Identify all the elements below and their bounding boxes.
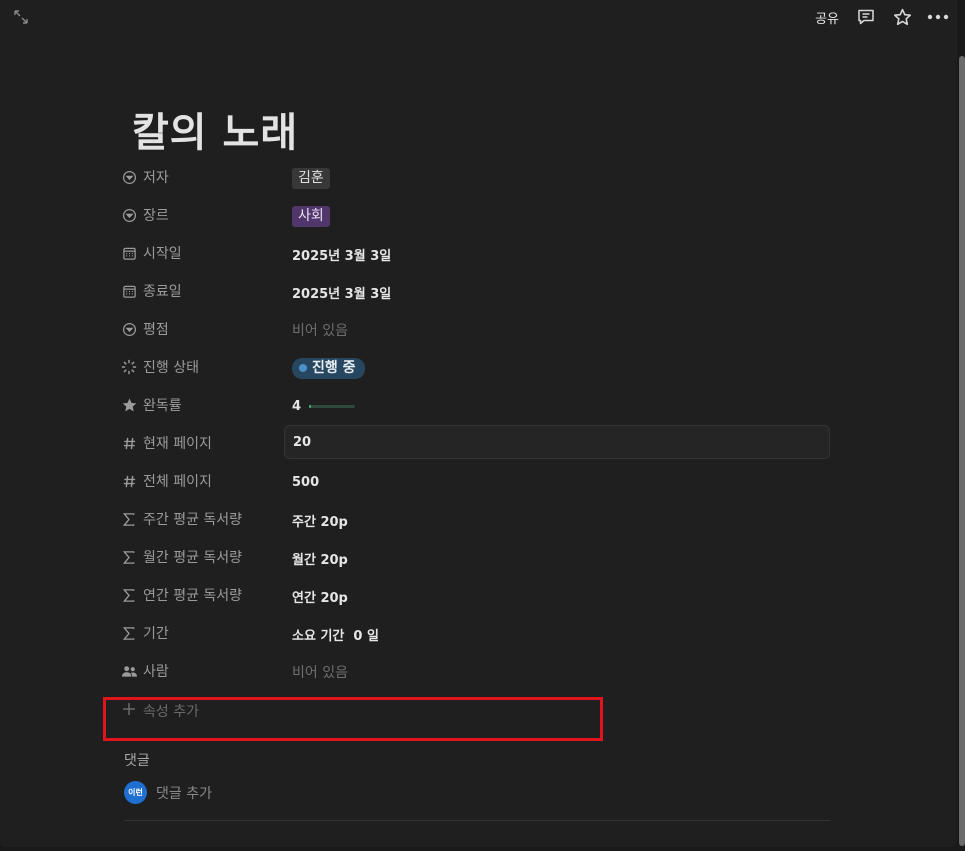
property-row-duration: 기간 소요 기간 0 일 <box>120 615 836 653</box>
duration-value[interactable]: 소요 기간 0 일 <box>286 621 836 647</box>
property-key[interactable]: 월간 평균 독서량 <box>120 545 280 569</box>
total-pages-value[interactable]: 500 <box>286 469 836 495</box>
genre-tag: 사회 <box>292 205 330 227</box>
add-comment-label: 댓글 추가 <box>156 785 212 802</box>
star-filled-icon <box>120 396 138 414</box>
comments-heading: 댓글 <box>124 753 150 769</box>
property-key-label: 기간 <box>143 626 169 642</box>
start-date-value[interactable]: 2025년 3월 3일 <box>286 241 836 267</box>
property-row-monthly-average: 월간 평균 독서량 월간 20p <box>120 539 836 577</box>
property-key-label: 현재 페이지 <box>143 436 212 452</box>
property-key-label: 주간 평균 독서량 <box>143 512 243 528</box>
property-key[interactable]: 사람 <box>120 659 280 683</box>
top-actions: 공유 <box>813 5 949 29</box>
select-icon <box>120 206 138 224</box>
hash-icon <box>120 434 138 452</box>
progress-bar <box>309 404 356 408</box>
divider <box>124 820 830 821</box>
select-icon <box>120 168 138 186</box>
property-key[interactable]: 저자 <box>120 165 280 189</box>
calendar-icon <box>120 244 138 262</box>
property-key[interactable]: 주간 평균 독서량 <box>120 507 280 531</box>
property-key[interactable]: 완독률 <box>120 393 280 417</box>
calendar-icon <box>120 282 138 300</box>
progress-fill <box>309 404 311 408</box>
property-value[interactable]: 4 <box>286 393 836 419</box>
property-key-label: 사람 <box>143 664 169 680</box>
sigma-icon <box>120 548 138 566</box>
property-value[interactable]: 김훈 <box>286 165 836 191</box>
property-key-label: 연간 평균 독서량 <box>143 588 243 604</box>
top-bar: 공유 <box>0 0 957 34</box>
property-key-label: 진행 상태 <box>143 360 199 376</box>
author-tag: 김훈 <box>292 167 330 189</box>
property-key[interactable]: 연간 평균 독서량 <box>120 583 280 607</box>
property-key[interactable]: 종료일 <box>120 279 280 303</box>
property-key-label: 저자 <box>143 170 169 186</box>
end-date-value[interactable]: 2025년 3월 3일 <box>286 279 836 305</box>
property-row-end-date: 종료일 2025년 3월 3일 <box>120 273 836 311</box>
property-key-label: 전체 페이지 <box>143 474 212 490</box>
scrollbar[interactable] <box>959 56 965 846</box>
status-label: 진행 중 <box>312 359 356 376</box>
comment-icon[interactable] <box>855 6 877 28</box>
property-key[interactable]: 전체 페이지 <box>120 469 280 493</box>
property-row-yearly-average: 연간 평균 독서량 연간 20p <box>120 577 836 615</box>
progress-number: 4 <box>292 398 302 414</box>
property-key-label: 완독률 <box>143 398 182 414</box>
select-icon <box>120 320 138 338</box>
people-value[interactable]: 비어 있음 <box>286 659 836 685</box>
yearly-average-value[interactable]: 연간 20p <box>286 583 836 609</box>
property-row-total-pages: 전체 페이지 500 <box>120 463 836 501</box>
status-icon <box>120 358 138 376</box>
property-key[interactable]: 평점 <box>120 317 280 341</box>
rating-value[interactable]: 비어 있음 <box>286 317 836 343</box>
expand-icon[interactable] <box>12 8 32 26</box>
property-key-label: 평점 <box>143 322 169 338</box>
more-icon[interactable] <box>927 6 949 28</box>
avatar: 이런 <box>124 781 147 804</box>
share-button[interactable]: 공유 <box>813 6 841 29</box>
property-row-weekly-average: 주간 평균 독서량 주간 20p <box>120 501 836 539</box>
sigma-icon <box>120 624 138 642</box>
sigma-icon <box>120 510 138 528</box>
hash-icon <box>120 472 138 490</box>
current-page-input[interactable]: 20 <box>284 425 830 459</box>
property-row-status: 진행 상태 진행 중 <box>120 349 836 387</box>
property-value[interactable]: 진행 중 <box>286 355 836 381</box>
plus-icon <box>121 701 137 721</box>
property-key-label: 장르 <box>143 208 169 224</box>
property-key[interactable]: 기간 <box>120 621 280 645</box>
property-key[interactable]: 현재 페이지 <box>120 431 280 455</box>
sigma-icon <box>120 586 138 604</box>
progress-display: 4 <box>292 398 356 414</box>
properties-list: 저자 김훈 장르 사회 시작일 2025년 3월 3일 종료일 2025년 3월… <box>120 159 836 691</box>
property-row-rating: 평점 비어 있음 <box>120 311 836 349</box>
property-key[interactable]: 진행 상태 <box>120 355 280 379</box>
property-row-start-date: 시작일 2025년 3월 3일 <box>120 235 836 273</box>
weekly-average-value[interactable]: 주간 20p <box>286 507 836 533</box>
property-key-label: 시작일 <box>143 246 182 262</box>
status-dot <box>299 364 307 372</box>
property-key[interactable]: 시작일 <box>120 241 280 265</box>
property-value[interactable]: 사회 <box>286 203 836 229</box>
property-key[interactable]: 장르 <box>120 203 280 227</box>
status-badge: 진행 중 <box>292 357 365 379</box>
add-comment-button[interactable]: 이런 댓글 추가 <box>124 781 212 804</box>
property-row-author: 저자 김훈 <box>120 159 836 197</box>
property-key-label: 종료일 <box>143 284 182 300</box>
page-window: 공유 칼의 노래 저자 김훈 장르 사회 시작일 2025년 3월 3일 종료일… <box>0 0 957 847</box>
property-row-genre: 장르 사회 <box>120 197 836 235</box>
property-row-people: 사람 비어 있음 <box>120 653 836 691</box>
star-icon[interactable] <box>891 6 913 28</box>
property-row-current-page: 현재 페이지 20 <box>120 425 836 463</box>
monthly-average-value[interactable]: 월간 20p <box>286 545 836 571</box>
page-title[interactable]: 칼의 노래 <box>132 100 298 158</box>
property-key-label: 월간 평균 독서량 <box>143 550 243 566</box>
people-icon <box>120 662 138 680</box>
property-row-completion: 완독률 4 <box>120 387 836 425</box>
add-property-label: 속성 추가 <box>143 704 199 720</box>
add-property-button[interactable]: 속성 추가 <box>121 700 199 722</box>
